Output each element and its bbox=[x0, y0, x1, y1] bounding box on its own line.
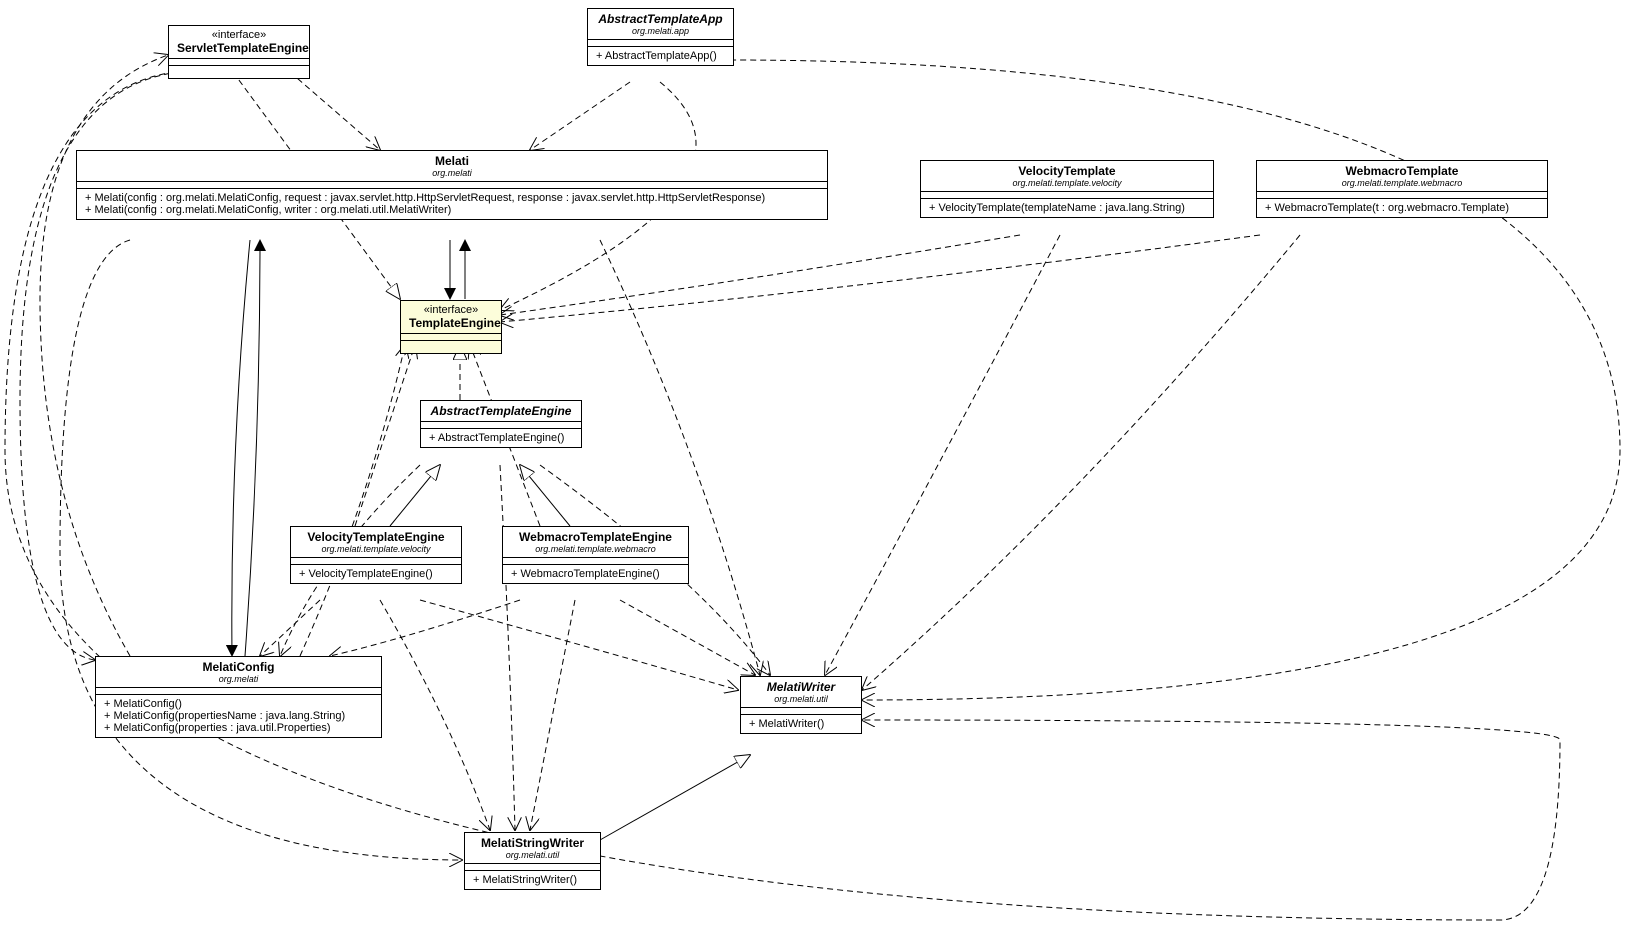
class-name: VelocityTemplateEngine bbox=[299, 530, 453, 544]
class-velocity-template-engine[interactable]: VelocityTemplateEngine org.melati.templa… bbox=[290, 526, 462, 584]
operation: + AbstractTemplateApp() bbox=[596, 50, 725, 62]
class-name: TemplateEngine bbox=[409, 316, 493, 330]
connectors-layer bbox=[0, 0, 1640, 925]
operation: + MelatiConfig(propertiesName : java.lan… bbox=[104, 710, 373, 722]
package-label: org.melati.app bbox=[596, 26, 725, 36]
operation: + MelatiConfig(properties : java.util.Pr… bbox=[104, 722, 373, 734]
class-melati-writer[interactable]: MelatiWriter org.melati.util + MelatiWri… bbox=[740, 676, 862, 734]
package-label: org.melati bbox=[104, 674, 373, 684]
stereotype: «interface» bbox=[177, 29, 301, 41]
class-name: MelatiConfig bbox=[104, 660, 373, 674]
class-velocity-template[interactable]: VelocityTemplate org.melati.template.vel… bbox=[920, 160, 1214, 218]
class-name: MelatiWriter bbox=[749, 680, 853, 694]
operation: + MelatiConfig() bbox=[104, 698, 373, 710]
package-label: org.melati.template.webmacro bbox=[511, 544, 680, 554]
operation: + Melati(config : org.melati.MelatiConfi… bbox=[85, 192, 819, 204]
operation: + Melati(config : org.melati.MelatiConfi… bbox=[85, 204, 819, 216]
operation: + VelocityTemplate(templateName : java.l… bbox=[929, 202, 1205, 214]
package-label: org.melati.template.webmacro bbox=[1265, 178, 1539, 188]
operation: + AbstractTemplateEngine() bbox=[429, 432, 573, 444]
operation: + WebmacroTemplateEngine() bbox=[511, 568, 680, 580]
class-abstract-template-engine[interactable]: AbstractTemplateEngine + AbstractTemplat… bbox=[420, 400, 582, 448]
stereotype: «interface» bbox=[409, 304, 493, 316]
class-webmacro-template-engine[interactable]: WebmacroTemplateEngine org.melati.templa… bbox=[502, 526, 689, 584]
package-label: org.melati.template.velocity bbox=[299, 544, 453, 554]
class-name: Melati bbox=[85, 154, 819, 168]
package-label: org.melati.util bbox=[749, 694, 853, 704]
package-label: org.melati bbox=[85, 168, 819, 178]
class-name: ServletTemplateEngine bbox=[177, 41, 301, 55]
class-name: AbstractTemplateEngine bbox=[429, 404, 573, 418]
operation: + VelocityTemplateEngine() bbox=[299, 568, 453, 580]
class-melati[interactable]: Melati org.melati + Melati(config : org.… bbox=[76, 150, 828, 220]
operation: + MelatiStringWriter() bbox=[473, 874, 592, 886]
class-webmacro-template[interactable]: WebmacroTemplate org.melati.template.web… bbox=[1256, 160, 1548, 218]
class-servlet-template-engine[interactable]: «interface» ServletTemplateEngine bbox=[168, 25, 310, 79]
class-name: AbstractTemplateApp bbox=[596, 12, 725, 26]
class-melati-string-writer[interactable]: MelatiStringWriter org.melati.util + Mel… bbox=[464, 832, 601, 890]
class-melati-config[interactable]: MelatiConfig org.melati + MelatiConfig()… bbox=[95, 656, 382, 738]
class-name: VelocityTemplate bbox=[929, 164, 1205, 178]
operation: + WebmacroTemplate(t : org.webmacro.Temp… bbox=[1265, 202, 1539, 214]
package-label: org.melati.util bbox=[473, 850, 592, 860]
class-abstract-template-app[interactable]: AbstractTemplateApp org.melati.app + Abs… bbox=[587, 8, 734, 66]
uml-canvas: «interface» ServletTemplateEngine Abstra… bbox=[0, 0, 1640, 925]
class-name: WebmacroTemplate bbox=[1265, 164, 1539, 178]
class-template-engine[interactable]: «interface» TemplateEngine bbox=[400, 300, 502, 354]
operation: + MelatiWriter() bbox=[749, 718, 853, 730]
class-name: MelatiStringWriter bbox=[473, 836, 592, 850]
class-name: WebmacroTemplateEngine bbox=[511, 530, 680, 544]
package-label: org.melati.template.velocity bbox=[929, 178, 1205, 188]
